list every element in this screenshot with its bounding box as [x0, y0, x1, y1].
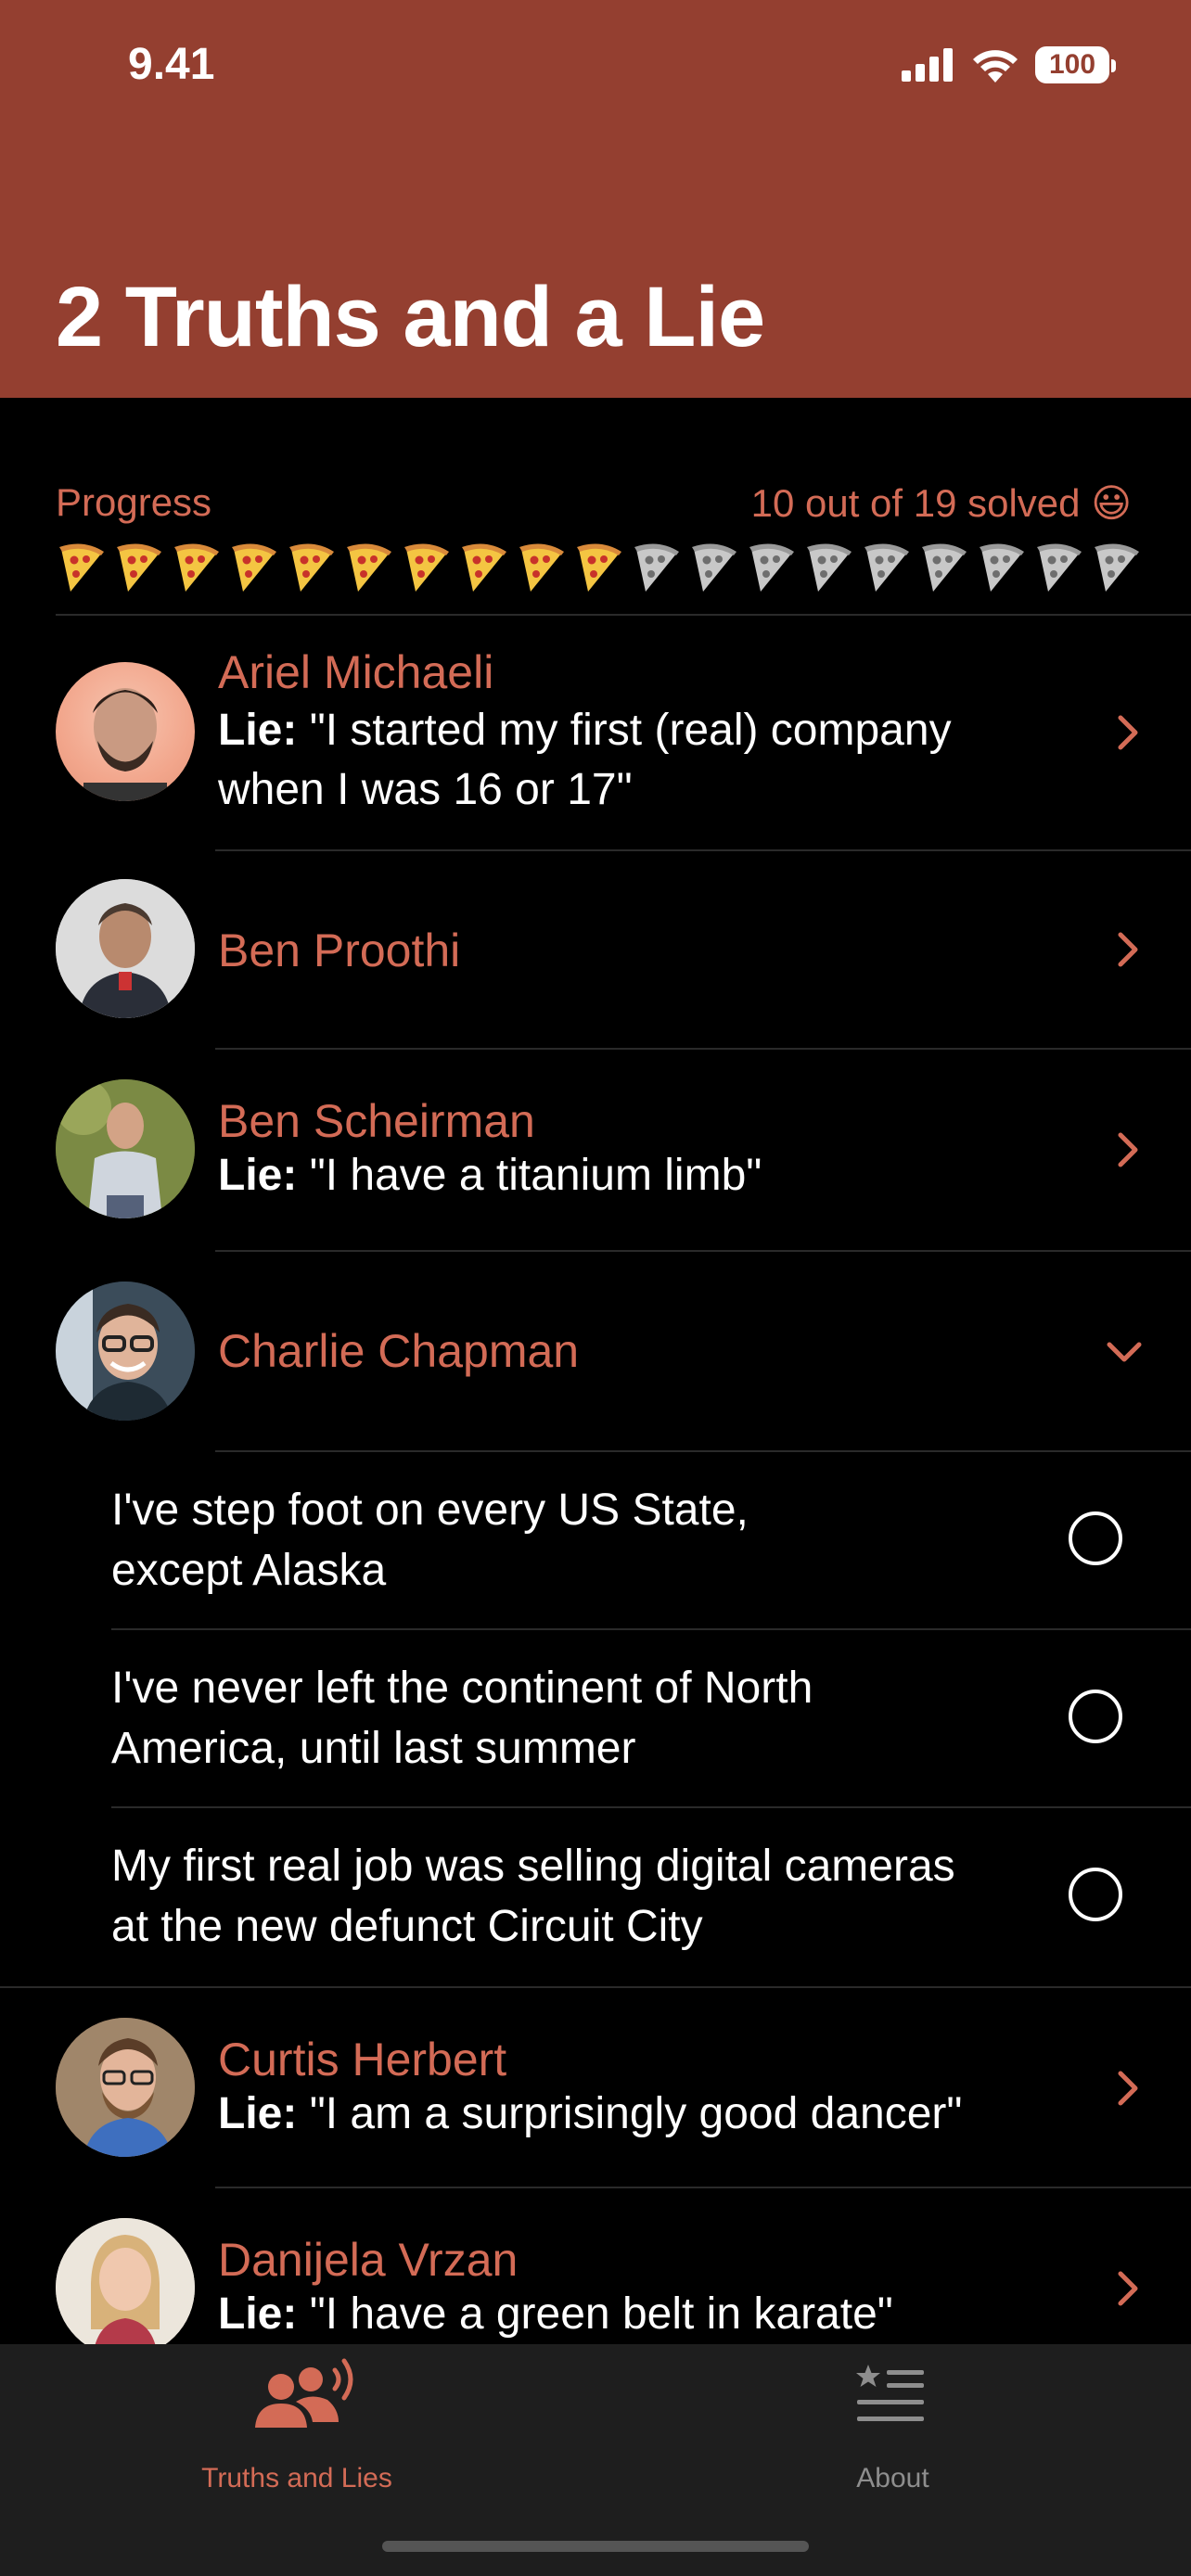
- lie-text: Lie: "I am a surprisingly good dancer": [218, 2085, 1034, 2144]
- statement-line-1: My first real job was selling digital ca…: [111, 1842, 955, 1891]
- statement-text: I've step foot on every US State, except …: [111, 1480, 1039, 1600]
- chevron-down-icon: [1107, 1342, 1142, 1362]
- chevron-right-icon: [1118, 2071, 1138, 2106]
- list-star-icon: [856, 2365, 924, 2421]
- pizza-slice-unsolved-icon: [922, 543, 967, 592]
- cellular-signal-icon: [902, 48, 953, 82]
- person-name: Curtis Herbert: [218, 2034, 507, 2085]
- pizza-slice-unsolved-icon: [807, 543, 852, 592]
- radio-button[interactable]: [1069, 1868, 1122, 1921]
- progress-header: Progress 10 out of 19 solved 😃: [56, 480, 1132, 526]
- statement-line-1: I've step foot on every US State,: [111, 1486, 749, 1535]
- pizza-slice-unsolved-icon: [864, 543, 909, 592]
- tab-about[interactable]: About: [770, 2344, 1016, 2548]
- people-speaking-icon: [255, 2358, 353, 2428]
- lie-line-1: "I started my first (real) company: [309, 706, 952, 755]
- pizza-slice-solved-icon: [174, 543, 219, 592]
- lie-prefix: Lie:: [218, 2289, 298, 2339]
- smiley-emoji: 😃: [1091, 481, 1132, 525]
- statement-text: I've never left the continent of North Am…: [111, 1658, 1039, 1779]
- avatar: [56, 662, 195, 801]
- statement-line-1: I've never left the continent of North: [111, 1664, 813, 1713]
- lie-value: "I am a surprisingly good dancer": [309, 2089, 963, 2138]
- statement-text: My first real job was selling digital ca…: [111, 1836, 1039, 1957]
- avatar: [56, 2018, 195, 2157]
- person-row-ariel-michaeli[interactable]: Ariel Michaeli Lie: "I started my first …: [0, 616, 1191, 849]
- pizza-slice-solved-icon: [404, 543, 449, 592]
- progress-summary: 10 out of 19 solved 😃: [751, 480, 1132, 526]
- lie-value: "I have a green belt in karate": [309, 2289, 893, 2339]
- tab-label: About: [856, 2463, 929, 2493]
- avatar: [56, 2218, 195, 2357]
- statement-option-3[interactable]: My first real job was selling digital ca…: [0, 1808, 1191, 1986]
- lie-prefix: Lie:: [218, 706, 298, 755]
- lie-text: Lie: "I have a titanium limb": [218, 1146, 1034, 1205]
- person-name: Ben Scheirman: [218, 1095, 535, 1147]
- pizza-slice-solved-icon: [232, 543, 276, 592]
- statement-line-2: at the new defunct Circuit City: [111, 1902, 703, 1951]
- pizza-slice-unsolved-icon: [634, 543, 679, 592]
- chevron-right-icon: [1118, 1132, 1138, 1167]
- statement-line-2: America, until last summer: [111, 1724, 636, 1773]
- lie-value: "I have a titanium limb": [309, 1151, 762, 1200]
- avatar: [56, 1282, 195, 1421]
- progress-label: Progress: [56, 480, 212, 524]
- pizza-slice-solved-icon: [347, 543, 391, 592]
- chevron-right-icon: [1118, 2271, 1138, 2306]
- lie-line-2: when I was 16 or 17": [218, 765, 633, 814]
- pizza-slice-unsolved-icon: [980, 543, 1024, 592]
- pizza-slice-unsolved-icon: [692, 543, 736, 592]
- status-time: 9.41: [128, 40, 215, 89]
- tab-label: Truths and Lies: [201, 2463, 392, 2493]
- person-name: Charlie Chapman: [218, 1325, 580, 1377]
- radio-button[interactable]: [1069, 1511, 1122, 1565]
- pizza-slice-unsolved-icon: [1037, 543, 1082, 592]
- person-row-charlie-chapman[interactable]: Charlie Chapman: [0, 1252, 1191, 1450]
- avatar: [56, 1079, 195, 1218]
- person-row-curtis-herbert[interactable]: Curtis Herbert Lie: "I am a surprisingly…: [0, 1988, 1191, 2187]
- chevron-right-icon: [1118, 932, 1138, 967]
- progress-solved-text: 10 out of 19 solved: [750, 481, 1081, 525]
- person-row-ben-proothi[interactable]: Ben Proothi: [0, 851, 1191, 1048]
- pizza-slice-solved-icon: [519, 543, 564, 592]
- statement-line-2: except Alaska: [111, 1546, 387, 1595]
- person-name: Danijela Vrzan: [218, 2234, 519, 2286]
- page-title: 2 Truths and a Lie: [56, 270, 765, 364]
- home-indicator[interactable]: [382, 2541, 809, 2552]
- lie-prefix: Lie:: [218, 1151, 298, 1200]
- status-icons: 100: [902, 46, 1116, 83]
- lie-text: Lie: "I started my first (real) company w…: [218, 701, 1034, 820]
- pizza-slice-unsolved-icon: [749, 543, 794, 592]
- wifi-icon: [973, 50, 1018, 83]
- pizza-slice-solved-icon: [59, 543, 104, 592]
- progress-pizza-bar: [56, 542, 1140, 593]
- person-row-ben-scheirman[interactable]: Ben Scheirman Lie: "I have a titanium li…: [0, 1050, 1191, 1250]
- avatar: [56, 879, 195, 1018]
- battery-icon: 100: [1035, 46, 1116, 83]
- lie-prefix: Lie:: [218, 2089, 298, 2138]
- statement-option-1[interactable]: I've step foot on every US State, except …: [0, 1452, 1191, 1628]
- tab-truths-and-lies[interactable]: Truths and Lies: [93, 2344, 501, 2548]
- pizza-slice-solved-icon: [462, 543, 506, 592]
- chevron-right-icon: [1118, 715, 1138, 750]
- lie-text: Lie: "I have a green belt in karate": [218, 2285, 1034, 2344]
- pizza-slice-solved-icon: [117, 543, 161, 592]
- radio-button[interactable]: [1069, 1690, 1122, 1743]
- nav-header: 9.41 100 2 Truths and a Lie: [0, 0, 1191, 398]
- person-name: Ariel Michaeli: [218, 646, 494, 698]
- statement-option-2[interactable]: I've never left the continent of North Am…: [0, 1630, 1191, 1806]
- pizza-slice-solved-icon: [577, 543, 621, 592]
- pizza-slice-unsolved-icon: [1095, 543, 1139, 592]
- person-name: Ben Proothi: [218, 925, 461, 976]
- pizza-slice-solved-icon: [289, 543, 334, 592]
